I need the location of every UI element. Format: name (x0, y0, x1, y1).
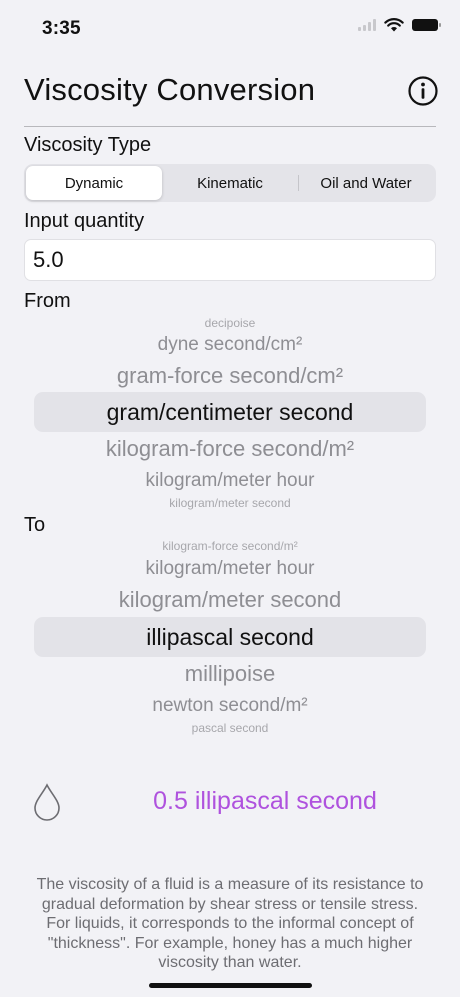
info-button[interactable] (406, 74, 440, 108)
segment-kinematic[interactable]: Kinematic (162, 166, 298, 200)
wifi-icon (384, 18, 404, 32)
drop-icon (34, 783, 60, 821)
picker-row[interactable]: kilogram-force second/m² (24, 540, 436, 552)
viscosity-type-segmented-control: Dynamic Kinematic Oil and Water (24, 164, 436, 202)
from-label: From (24, 290, 71, 312)
picker-row[interactable]: kilogram-force second/m² (24, 438, 436, 460)
picker-row[interactable]: newton second/m² (24, 696, 436, 715)
picker-row[interactable]: millipoise (24, 663, 436, 685)
picker-row[interactable]: kilogram/meter hour (24, 559, 436, 578)
picker-row-selected[interactable]: gram/centimeter second (24, 401, 436, 424)
conversion-result: 0.5 illipascal second (153, 787, 377, 815)
segment-dynamic[interactable]: Dynamic (26, 166, 162, 200)
to-unit-picker[interactable]: kilogram-force second/m² kilogram/meter … (24, 538, 436, 734)
to-label: To (24, 514, 46, 536)
cellular-signal-icon (358, 19, 376, 31)
battery-icon (412, 19, 441, 31)
segment-oil-and-water[interactable]: Oil and Water (298, 166, 434, 200)
input-quantity-label: Input quantity (24, 210, 145, 232)
viscosity-description: The viscosity of a fluid is a measure of… (36, 876, 424, 971)
input-quantity-field[interactable] (24, 239, 436, 281)
picker-row[interactable]: kilogram/meter second (24, 497, 436, 509)
picker-row-selected[interactable]: illipascal second (24, 626, 436, 649)
picker-row[interactable]: kilogram/meter second (24, 589, 436, 611)
picker-row[interactable]: kilogram/meter hour (24, 471, 436, 490)
status-icons (358, 18, 441, 32)
status-time: 3:35 (42, 18, 81, 39)
viscosity-type-label: Viscosity Type (24, 134, 152, 156)
info-circle-icon (408, 76, 438, 106)
picker-row[interactable]: pascal second (24, 722, 436, 734)
picker-row[interactable]: gram-force second/cm² (24, 365, 436, 387)
picker-row[interactable]: decipoise (24, 317, 436, 329)
from-unit-picker[interactable]: decipoise dyne second/cm² gram-force sec… (24, 314, 436, 509)
home-indicator (149, 983, 312, 988)
header-divider (24, 126, 436, 127)
picker-row[interactable]: dyne second/cm² (24, 335, 436, 354)
status-bar: 3:35 (0, 0, 460, 56)
page-title: Viscosity Conversion (24, 72, 316, 107)
